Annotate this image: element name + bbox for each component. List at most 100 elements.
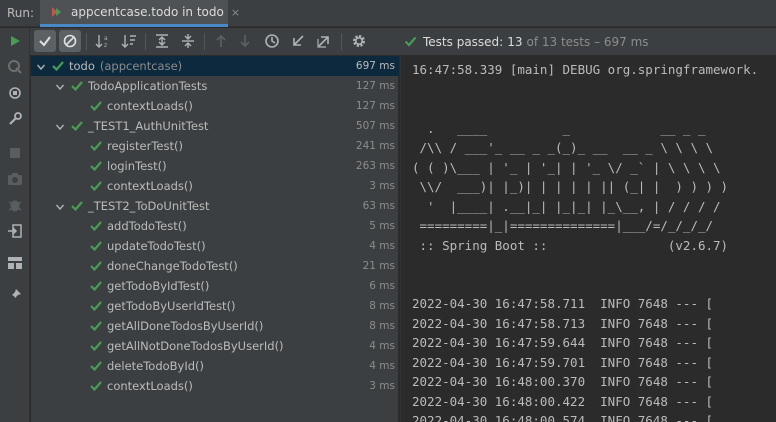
test-passed-icon — [89, 379, 103, 393]
test-passed-icon — [89, 259, 103, 273]
wrench-icon[interactable] — [4, 108, 26, 130]
test-name: getAllNotDoneTodosByUserId() — [107, 339, 284, 353]
test-name: todo — [69, 59, 95, 73]
test-duration: 697 ms — [355, 60, 395, 72]
console-line: 16:47:58.339 [main] DEBUG org.springfram… — [412, 62, 759, 77]
test-name: TodoApplicationTests — [88, 79, 208, 93]
test-name: getTodoByIdTest() — [107, 279, 210, 293]
test-case-row[interactable]: getTodoByIdTest() 6 ms — [31, 276, 399, 296]
pin-icon[interactable] — [4, 284, 26, 306]
test-duration: 127 ms — [355, 100, 395, 112]
test-suite-row[interactable]: _TEST2_ToDoUnitTest 63 ms — [31, 196, 399, 216]
test-suite-row[interactable]: todo (appcentcase) 697 ms — [31, 56, 399, 76]
test-case-row[interactable]: deleteTodoById() 4 ms — [31, 356, 399, 376]
test-passed-icon — [51, 59, 65, 73]
test-status: Tests passed: 13 of 13 tests – 697 ms — [404, 28, 649, 55]
test-case-row[interactable]: getAllDoneTodosByUserId() 8 ms — [31, 316, 399, 336]
test-passed-icon — [70, 79, 84, 93]
test-case-row[interactable]: contextLoads() 127 ms — [31, 96, 399, 116]
chevron-down-icon[interactable] — [55, 81, 65, 91]
bug-icon[interactable] — [4, 194, 26, 216]
test-passed-icon — [89, 299, 103, 313]
test-case-row[interactable]: updateTodoTest() 4 ms — [31, 236, 399, 256]
console-line: 2022-04-30 16:48:00.370 INFO 7648 --- [ — [412, 374, 714, 389]
test-name: contextLoads() — [107, 99, 193, 113]
test-tree: todo (appcentcase) 697 ms TodoApplicationTe… — [31, 56, 399, 422]
console-line: \\/ ___)| |_)| | | | | || (_| | ) ) ) ) — [412, 179, 729, 194]
test-name: addTodoTest() — [107, 219, 187, 233]
settings-icon[interactable] — [348, 30, 370, 52]
test-passed-icon — [89, 239, 103, 253]
test-passed-icon — [70, 199, 84, 213]
toolbar-separator — [145, 33, 146, 50]
test-case-row[interactable]: getTodoByUserIdTest() 8 ms — [31, 296, 399, 316]
test-case-row[interactable]: addTodoTest() 5 ms — [31, 216, 399, 236]
collapse-all-icon[interactable] — [177, 30, 199, 52]
expand-all-icon[interactable] — [151, 30, 173, 52]
export-tests-icon[interactable] — [313, 30, 335, 52]
test-passed-icon — [89, 159, 103, 173]
rerun-failed-icon[interactable] — [4, 56, 26, 78]
test-case-row[interactable]: doneChangeTodoTest() 21 ms — [31, 256, 399, 276]
test-name: updateTodoTest() — [107, 239, 206, 253]
test-case-row[interactable]: getAllNotDoneTodosByUserId() 4 ms — [31, 336, 399, 356]
run-tab[interactable]: appcentcase.todo in todo × — [40, 0, 240, 27]
status-text: Tests passed: — [423, 34, 504, 49]
test-name: contextLoads() — [107, 379, 193, 393]
chevron-down-icon[interactable] — [55, 201, 65, 211]
test-suite-row[interactable]: _TEST1_AuthUnitTest 507 ms — [31, 116, 399, 136]
test-duration: 63 ms — [362, 200, 395, 212]
test-name: getTodoByUserIdTest() — [107, 299, 236, 313]
test-case-row[interactable]: contextLoads() 3 ms — [31, 376, 399, 396]
check-icon — [404, 35, 417, 48]
test-package: (appcentcase) — [99, 59, 183, 73]
test-passed-icon — [89, 219, 103, 233]
layout-icon[interactable] — [4, 252, 26, 274]
test-case-row[interactable]: contextLoads() 3 ms — [31, 176, 399, 196]
prev-fail-icon[interactable] — [210, 30, 232, 52]
stop-icon[interactable] — [4, 142, 26, 164]
chevron-down-icon[interactable] — [36, 61, 46, 71]
toggle-auto-test-icon[interactable] — [4, 82, 26, 104]
sort-duration-icon[interactable] — [118, 30, 140, 52]
test-case-row[interactable]: loginTest() 263 ms — [31, 156, 399, 176]
show-passed-icon[interactable] — [34, 30, 56, 52]
console-line: /\\ / ___'_ __ _ _(_)_ __ __ _ \ \ \ \ — [412, 140, 714, 155]
rerun-icon[interactable] — [4, 30, 26, 52]
test-name: loginTest() — [107, 159, 167, 173]
toolbar-separator — [341, 33, 342, 50]
test-duration: 8 ms — [369, 300, 395, 312]
exit-icon[interactable] — [4, 220, 26, 242]
test-name: deleteTodoById() — [107, 359, 205, 373]
test-passed-icon — [89, 359, 103, 373]
console-output[interactable]: 16:47:58.339 [main] DEBUG org.springfram… — [400, 56, 776, 422]
test-case-row[interactable]: registerTest() 241 ms — [31, 136, 399, 156]
test-passed-icon — [89, 319, 103, 333]
next-fail-icon[interactable] — [234, 30, 256, 52]
status-summary: of 13 tests – 697 ms — [526, 34, 649, 49]
chevron-down-icon[interactable] — [55, 121, 65, 131]
test-duration: 8 ms — [369, 320, 395, 332]
console-line: 2022-04-30 16:47:58.713 INFO 7648 --- [ — [412, 315, 714, 331]
import-tests-icon[interactable] — [287, 30, 309, 52]
toolbar-separator — [204, 33, 205, 50]
test-suite-row[interactable]: TodoApplicationTests 127 ms — [31, 76, 399, 96]
close-icon[interactable]: × — [231, 6, 240, 19]
run-tab-bar: Run: appcentcase.todo in todo × — [0, 0, 776, 27]
show-ignored-icon[interactable] — [59, 30, 81, 52]
console-line: . ____ _ __ _ _ — [412, 120, 706, 136]
test-duration: 5 ms — [369, 220, 395, 232]
history-icon[interactable] — [261, 30, 283, 52]
sort-alpha-icon[interactable]: az — [92, 30, 114, 52]
run-label: Run: — [7, 6, 35, 20]
test-name: getAllDoneTodosByUserId() — [107, 319, 264, 333]
test-passed-icon — [89, 179, 103, 193]
console-line: 2022-04-30 16:47:58.711 INFO 7648 --- [ — [412, 296, 714, 311]
camera-icon[interactable] — [4, 168, 26, 190]
test-name: _TEST1_AuthUnitTest — [88, 119, 209, 133]
